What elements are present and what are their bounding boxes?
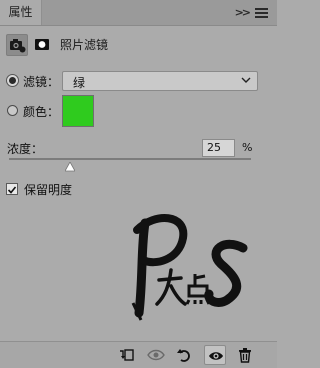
mask-icon-button[interactable]: [32, 34, 54, 56]
camera-adjustment-icon: [10, 39, 26, 53]
delete-button[interactable]: [234, 345, 256, 365]
adjustment-header: 照片滤镜: [0, 34, 277, 56]
view-previous-icon: [147, 349, 165, 361]
checkmark-icon: [7, 186, 17, 194]
panel-bottom-toolbar: [0, 341, 277, 368]
view-previous-button[interactable]: [144, 345, 166, 365]
density-label: 浓度：: [7, 142, 44, 156]
preserve-row: 保留明度: [0, 180, 277, 198]
reset-icon: [177, 349, 190, 362]
color-swatch[interactable]: [62, 95, 94, 127]
density-row: 浓度： 25 %: [0, 138, 277, 178]
trash-icon: [239, 348, 251, 363]
collapse-panel-icon[interactable]: >>: [235, 0, 252, 25]
color-label: 颜色：: [23, 105, 60, 119]
density-unit: %: [242, 141, 253, 154]
filter-select-value: 绿: [73, 76, 86, 90]
panel-tab-bar: 属性 >>: [0, 0, 277, 26]
visibility-eye-icon: [209, 352, 223, 360]
filter-label: 滤镜：: [23, 75, 60, 89]
color-row: 颜色：: [0, 95, 277, 129]
ps-brush-watermark-logo: [131, 214, 248, 321]
filter-radio[interactable]: [7, 75, 18, 86]
density-input[interactable]: 25: [202, 139, 235, 157]
density-slider-track[interactable]: [9, 158, 251, 160]
preserve-label: 保留明度: [24, 183, 73, 197]
panel-menu-icon[interactable]: [255, 8, 268, 18]
toggle-visibility-button[interactable]: [204, 345, 226, 365]
adjustment-title: 照片滤镜: [60, 38, 109, 52]
clip-to-layer-icon: [120, 349, 134, 361]
clip-to-layer-button[interactable]: [116, 345, 138, 365]
adjustment-icon-button[interactable]: [6, 34, 28, 56]
color-radio[interactable]: [7, 105, 18, 116]
preserve-checkbox[interactable]: [6, 183, 18, 195]
reset-button[interactable]: [173, 345, 195, 365]
filter-row: 滤镜： 绿: [0, 70, 277, 92]
filter-select[interactable]: 绿: [62, 71, 258, 91]
layer-mask-icon: [35, 39, 49, 50]
chevron-down-icon: [241, 77, 251, 83]
tab-properties[interactable]: 属性: [0, 0, 42, 25]
density-slider-thumb[interactable]: [64, 162, 75, 172]
